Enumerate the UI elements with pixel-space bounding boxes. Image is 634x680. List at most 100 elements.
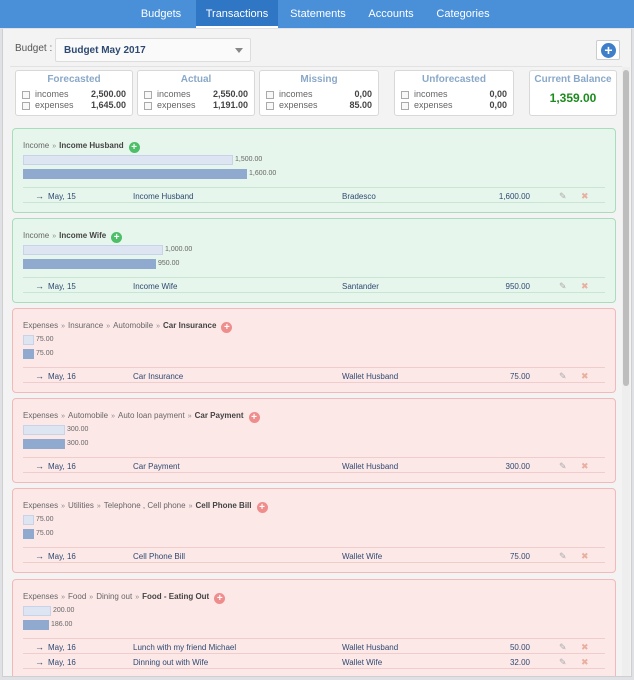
incomes-checkbox[interactable] xyxy=(266,91,274,99)
trash-icon[interactable]: ✖ xyxy=(581,191,589,202)
forecast-amount: 75.00 xyxy=(36,336,54,343)
add-transaction-icon[interactable]: + xyxy=(128,142,140,153)
actual-bar xyxy=(23,620,49,630)
add-budget-button[interactable]: + xyxy=(596,40,620,60)
trash-icon[interactable]: ✖ xyxy=(581,371,589,382)
arrow-right-icon: → xyxy=(35,191,44,201)
edit-icon[interactable]: ✎ xyxy=(559,191,567,202)
tab-statements[interactable]: Statements xyxy=(282,0,354,28)
trash-icon[interactable]: ✖ xyxy=(581,551,589,562)
edit-icon[interactable]: ✎ xyxy=(559,657,567,668)
arrow-right-icon: → xyxy=(35,461,44,471)
category-card: Income» Income Husband +1,500.00 1,600.00 → M… xyxy=(12,128,616,213)
breadcrumb-item[interactable]: Expenses xyxy=(23,501,58,510)
breadcrumb-item[interactable]: Telephone , Cell phone xyxy=(104,501,186,510)
trash-icon[interactable]: ✖ xyxy=(581,461,589,472)
expenses-checkbox[interactable] xyxy=(401,102,409,110)
expenses-checkbox[interactable] xyxy=(144,102,152,110)
breadcrumb-item[interactable]: Dining out xyxy=(96,592,132,601)
category-breadcrumb: Expenses» Automobile» Auto loan payment» Ca… xyxy=(23,411,260,423)
row-divider xyxy=(23,382,605,383)
breadcrumb-separator-icon: » xyxy=(135,594,140,601)
expenses-checkbox[interactable] xyxy=(266,102,274,110)
transaction-date: May, 16 xyxy=(48,462,76,471)
transaction-account: Bradesco xyxy=(342,192,376,201)
summary-expenses-row: expenses 1,645.00 xyxy=(22,100,126,112)
category-name[interactable]: Income Wife xyxy=(59,231,106,240)
category-card: Expenses» Utilities» Telephone , Cell phon… xyxy=(12,488,616,573)
expenses-amount: 85.00 xyxy=(349,100,372,110)
summary-expenses-row: expenses 1,191.00 xyxy=(144,100,248,112)
trash-icon[interactable]: ✖ xyxy=(581,657,589,668)
actual-amount: 75.00 xyxy=(36,530,54,537)
scrollbar-thumb[interactable] xyxy=(623,70,629,386)
expenses-label: expenses xyxy=(157,100,196,110)
summary-actual: Actual incomes 2,550.00 expenses 1,191.0… xyxy=(137,70,255,116)
incomes-checkbox[interactable] xyxy=(144,91,152,99)
breadcrumb-item[interactable]: Insurance xyxy=(68,321,103,330)
tab-accounts[interactable]: Accounts xyxy=(358,0,424,28)
edit-icon[interactable]: ✎ xyxy=(559,551,567,562)
tab-transactions[interactable]: Transactions xyxy=(196,0,278,28)
transaction-amount: 950.00 xyxy=(505,282,530,291)
transaction-account: Wallet Husband xyxy=(342,462,399,471)
row-divider xyxy=(23,277,605,278)
breadcrumb-item[interactable]: Food xyxy=(68,592,86,601)
edit-icon[interactable]: ✎ xyxy=(559,281,567,292)
add-transaction-icon[interactable]: + xyxy=(221,322,233,333)
category-card: Expenses» Automobile» Auto loan payment» Ca… xyxy=(12,398,616,483)
breadcrumb-item[interactable]: Expenses xyxy=(23,592,58,601)
forecast-bar xyxy=(23,245,163,255)
category-name[interactable]: Income Husband xyxy=(59,141,123,150)
transaction-date: May, 16 xyxy=(48,643,76,652)
breadcrumb-item[interactable]: Automobile xyxy=(68,411,108,420)
expenses-checkbox[interactable] xyxy=(22,102,30,110)
actual-bar xyxy=(23,349,34,359)
add-transaction-icon[interactable]: + xyxy=(256,502,268,513)
row-divider xyxy=(23,187,605,188)
arrow-right-icon: → xyxy=(35,371,44,381)
transaction-amount: 300.00 xyxy=(505,462,530,471)
category-name[interactable]: Car Insurance xyxy=(163,321,216,330)
add-transaction-icon[interactable]: + xyxy=(111,232,123,243)
breadcrumb-separator-icon: » xyxy=(89,594,94,601)
row-divider xyxy=(23,457,605,458)
tab-budgets[interactable]: Budgets xyxy=(128,0,194,28)
incomes-checkbox[interactable] xyxy=(22,91,30,99)
forecast-bar xyxy=(23,155,233,165)
trash-icon[interactable]: ✖ xyxy=(581,642,589,653)
actual-amount: 1,600.00 xyxy=(249,170,277,177)
breadcrumb-separator-icon: » xyxy=(52,233,57,240)
breadcrumb-item[interactable]: Utilities xyxy=(68,501,94,510)
breadcrumb-item[interactable]: Income xyxy=(23,141,49,150)
tab-categories[interactable]: Categories xyxy=(428,0,498,28)
category-name[interactable]: Cell Phone Bill xyxy=(195,501,251,510)
breadcrumb-item[interactable]: Expenses xyxy=(23,321,58,330)
transaction-amount: 1,600.00 xyxy=(498,192,530,201)
breadcrumb-item[interactable]: Income xyxy=(23,231,49,240)
budget-label: Budget : xyxy=(15,43,53,54)
edit-icon[interactable]: ✎ xyxy=(559,642,567,653)
add-transaction-icon[interactable]: + xyxy=(248,412,260,423)
row-divider xyxy=(23,472,605,473)
budget-select[interactable]: Budget May 2017 xyxy=(55,38,251,62)
actual-amount: 300.00 xyxy=(67,440,89,447)
transaction-date: May, 16 xyxy=(48,372,76,381)
edit-icon[interactable]: ✎ xyxy=(559,461,567,472)
add-transaction-icon[interactable]: + xyxy=(214,593,226,604)
arrow-right-icon: → xyxy=(35,281,44,291)
breadcrumb-item[interactable]: Automobile xyxy=(113,321,153,330)
breadcrumb-item[interactable]: Auto loan payment xyxy=(118,411,185,420)
forecast-bar xyxy=(23,606,51,616)
summary-missing: Missing incomes 0,00 expenses 85.00 xyxy=(259,70,379,116)
trash-icon[interactable]: ✖ xyxy=(581,281,589,292)
edit-icon[interactable]: ✎ xyxy=(559,371,567,382)
breadcrumb-item[interactable]: Expenses xyxy=(23,411,58,420)
transaction-account: Wallet Wife xyxy=(342,658,383,667)
summary-expenses-row: expenses 0,00 xyxy=(401,100,507,112)
arrow-right-icon: → xyxy=(35,642,44,652)
actual-bar xyxy=(23,529,34,539)
incomes-checkbox[interactable] xyxy=(401,91,409,99)
category-name[interactable]: Car Payment xyxy=(195,411,244,420)
category-name[interactable]: Food - Eating Out xyxy=(142,592,209,601)
